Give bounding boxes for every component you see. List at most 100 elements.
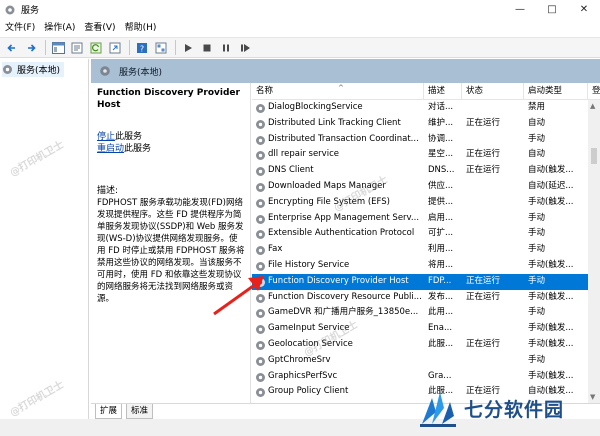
sort-ascending-icon: ^ bbox=[338, 84, 344, 92]
service-startup-cell: 自动 bbox=[528, 117, 546, 128]
service-status-cell: 正在运行 bbox=[466, 165, 501, 176]
menu-view[interactable]: 查看(V) bbox=[80, 19, 119, 37]
service-status-cell: 正在运行 bbox=[466, 149, 501, 160]
column-header-status[interactable]: 状态 bbox=[462, 83, 524, 100]
service-row[interactable]: Distributed Transaction Coordinat... 协调..… bbox=[252, 132, 588, 148]
menu-bar: 文件(F) 操作(A) 查看(V) 帮助(H) bbox=[0, 19, 600, 37]
help-button[interactable]: ? bbox=[134, 40, 150, 56]
export-icon bbox=[109, 42, 121, 53]
service-row[interactable]: DialogBlockingService 对话... 禁用 bbox=[252, 100, 588, 116]
column-header-logon[interactable]: 登 bbox=[588, 83, 600, 100]
toolbar-separator bbox=[129, 40, 130, 55]
service-desc-cell: 可扩... bbox=[428, 228, 454, 239]
service-startup-cell: 自动(延迟... bbox=[528, 180, 574, 191]
service-desc-cell: 此服... bbox=[428, 338, 454, 349]
service-startup-cell: 手动(触发... bbox=[528, 323, 574, 334]
service-name-cell: DNS Client bbox=[268, 165, 314, 176]
service-gear-icon bbox=[256, 356, 265, 366]
service-name-cell: GptChromeSrv bbox=[268, 354, 331, 365]
description-label: 描述: bbox=[97, 186, 119, 196]
service-row[interactable]: File History Service 将用... 手动(触发... bbox=[252, 258, 588, 274]
console-tree-button[interactable] bbox=[50, 40, 66, 56]
service-rows: DialogBlockingService 对话... 禁用 Distributed … bbox=[252, 100, 588, 400]
service-startup-cell: 手动 bbox=[528, 307, 546, 318]
toolbar-separator bbox=[175, 40, 176, 55]
vertical-scrollbar[interactable]: ▲ ▼ bbox=[588, 100, 600, 403]
restart-service-link[interactable]: 重启动 bbox=[97, 144, 124, 154]
service-name-cell: Distributed Transaction Coordinat... bbox=[268, 133, 419, 144]
logo-text: 七分软件园 bbox=[464, 398, 565, 421]
service-row[interactable]: GameInput Service Ena... 手动(触发... bbox=[252, 321, 588, 337]
red-arrow-annotation bbox=[213, 276, 264, 316]
view-icon bbox=[155, 42, 167, 53]
service-row[interactable]: GptChromeSrv 手动 bbox=[252, 353, 588, 369]
main-header-title: 服务(本地) bbox=[119, 67, 163, 78]
service-row[interactable]: Fax 利用... 手动 bbox=[252, 242, 588, 258]
service-gear-icon bbox=[256, 246, 265, 256]
restart-service-suffix: 此服务 bbox=[124, 144, 152, 154]
site-logo: 七分软件园 bbox=[418, 380, 600, 436]
maximize-button[interactable]: □ bbox=[536, 0, 568, 19]
restart-service-button[interactable] bbox=[237, 40, 253, 56]
export-button[interactable] bbox=[107, 40, 123, 56]
start-service-button[interactable] bbox=[180, 40, 196, 56]
stop-service-button[interactable] bbox=[199, 40, 215, 56]
pause-service-button[interactable] bbox=[218, 40, 234, 56]
service-row[interactable]: GameDVR 和广播用户服务_13850e... 此用... 手动 bbox=[252, 305, 588, 321]
service-desc-cell: 提供... bbox=[428, 196, 454, 207]
console-tree-icon bbox=[51, 41, 65, 54]
service-details-pane: Function Discovery Provider Host 停止此服务 重… bbox=[91, 83, 251, 403]
service-name-cell: File History Service bbox=[268, 259, 350, 270]
minimize-button[interactable]: — bbox=[504, 0, 536, 19]
service-row[interactable]: Function Discovery Provider Host FDP... 正在… bbox=[252, 273, 588, 290]
service-row[interactable]: Encrypting File System (EFS) 提供... 手动(触发..… bbox=[252, 195, 588, 211]
service-desc-cell: 维护... bbox=[428, 117, 454, 128]
service-row[interactable]: Function Discovery Resource Publi... 发布..… bbox=[252, 290, 588, 306]
close-button[interactable]: ✕ bbox=[568, 0, 600, 19]
service-row[interactable]: dll repair service 星空... 正在运行 自动 bbox=[252, 147, 588, 163]
service-status-cell: 正在运行 bbox=[466, 338, 501, 349]
service-row[interactable]: Extensible Authentication Protocol 可扩... 手… bbox=[252, 226, 588, 242]
service-row[interactable]: Distributed Link Tracking Client 维护... 正在运… bbox=[252, 116, 588, 132]
service-row[interactable]: Downloaded Maps Manager 供应... 自动(延迟... bbox=[252, 179, 588, 195]
view-button[interactable] bbox=[153, 40, 169, 56]
service-name-cell: Enterprise App Management Serv... bbox=[268, 212, 420, 223]
menu-file[interactable]: 文件(F) bbox=[1, 19, 39, 37]
forward-icon bbox=[28, 43, 36, 52]
refresh-button[interactable] bbox=[88, 40, 104, 56]
service-status-cell: 正在运行 bbox=[466, 117, 501, 128]
service-name-cell: DialogBlockingService bbox=[268, 102, 363, 112]
stop-service-link[interactable]: 停止 bbox=[97, 132, 115, 142]
service-gear-icon bbox=[256, 135, 265, 145]
back-button[interactable] bbox=[4, 40, 20, 56]
tab-standard[interactable]: 标准 bbox=[126, 404, 154, 419]
service-startup-cell: 手动(触发... bbox=[528, 338, 574, 349]
scroll-up-icon[interactable]: ▲ bbox=[590, 102, 595, 110]
service-gear-icon bbox=[256, 151, 265, 161]
menu-action[interactable]: 操作(A) bbox=[40, 19, 79, 37]
service-startup-cell: 手动 bbox=[528, 228, 546, 239]
service-gear-icon bbox=[256, 104, 265, 113]
service-gear-icon bbox=[256, 182, 265, 192]
menu-help[interactable]: 帮助(H) bbox=[121, 19, 161, 37]
service-desc-cell: 此用... bbox=[428, 307, 454, 318]
tab-extended[interactable]: 扩展 bbox=[95, 404, 123, 419]
tree-item-services-local[interactable]: 服务(本地) bbox=[2, 62, 65, 77]
column-header-name[interactable]: 名称 ^ bbox=[252, 83, 424, 100]
service-gear-icon bbox=[256, 372, 265, 382]
help-icon: ? bbox=[137, 42, 147, 53]
service-desc-cell: 对话... bbox=[428, 102, 454, 112]
scroll-thumb[interactable] bbox=[591, 148, 597, 164]
service-startup-cell: 手动 bbox=[528, 275, 546, 286]
forward-button[interactable] bbox=[23, 40, 39, 56]
service-name-cell: Distributed Link Tracking Client bbox=[268, 117, 401, 128]
service-gear-icon bbox=[256, 325, 265, 335]
column-header-description[interactable]: 描述 bbox=[424, 83, 462, 100]
tree-item-label: 服务(本地) bbox=[17, 66, 61, 76]
column-header-startup-type[interactable]: 启动类型 bbox=[524, 83, 588, 100]
service-status-cell: 正在运行 bbox=[466, 275, 501, 286]
properties-button[interactable] bbox=[69, 40, 85, 56]
service-row[interactable]: Enterprise App Management Serv... 启用... 手动 bbox=[252, 211, 588, 227]
service-row[interactable]: DNS Client DNS... 正在运行 自动(触发... bbox=[252, 163, 588, 179]
logo-mark-icon bbox=[420, 392, 456, 427]
